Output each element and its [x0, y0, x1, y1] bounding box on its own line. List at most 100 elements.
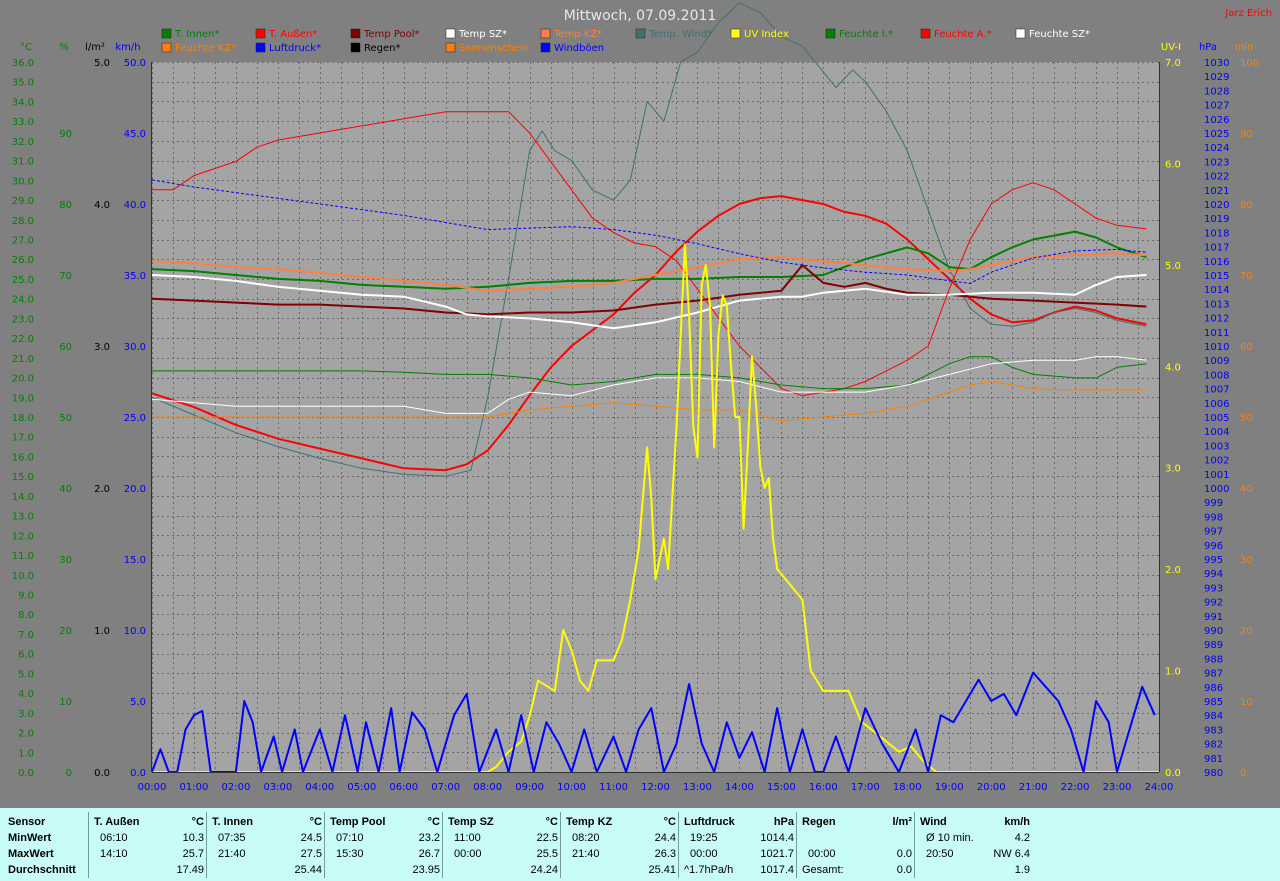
max-value: 26.3 [654, 848, 676, 860]
celsius-tick: 35.0 [12, 78, 34, 89]
pressure-tick: 980 [1204, 768, 1223, 779]
legend-label: UV Index [744, 29, 789, 40]
avg-value: 24.24 [530, 864, 558, 876]
celsius-tick: 22.0 [12, 334, 34, 345]
avg-value: 25.44 [294, 864, 322, 876]
uv-tick: 6.0 [1165, 159, 1181, 170]
pressure-tick: 1019 [1204, 214, 1229, 225]
pressure-tick: 1002 [1204, 456, 1229, 467]
wind-tick: 40.0 [124, 200, 146, 211]
uv-tick: 5.0 [1165, 261, 1181, 272]
avg-value: 23.95 [412, 864, 440, 876]
wind-tick: 10.0 [124, 626, 146, 637]
rain-tick: 5.0 [94, 58, 110, 69]
legend-label: Luftdruck* [269, 43, 321, 54]
column-header: Regen [802, 816, 836, 828]
sunshine-tick: 20 [1240, 626, 1253, 637]
legend-label: Feuchte KZ* [175, 43, 236, 54]
time-tick: 23:00 [1103, 782, 1132, 793]
avg-extra: ^1.7hPa/h [684, 864, 734, 876]
legend-swatch [635, 28, 646, 39]
pressure-tick: 983 [1204, 725, 1223, 736]
legend-swatch [825, 28, 836, 39]
column-divider [560, 812, 561, 878]
time-tick: 16:00 [809, 782, 838, 793]
time-tick: 19:00 [935, 782, 964, 793]
pressure-tick: 981 [1204, 754, 1223, 765]
pressure-tick: 1025 [1204, 129, 1229, 140]
celsius-tick: 12.0 [12, 531, 34, 542]
wind-tick: 35.0 [124, 271, 146, 282]
chart-title: Mittwoch, 07.09.2011 [564, 8, 717, 24]
legend-label: Sonnenschein [459, 43, 529, 54]
sunshine-tick: 90 [1240, 129, 1253, 140]
pressure-tick: 1017 [1204, 243, 1229, 254]
sunshine-tick: 30 [1240, 555, 1253, 566]
celsius-tick: 24.0 [12, 295, 34, 306]
rain-tick: 2.0 [94, 484, 110, 495]
author-label: Jarz Erich [1224, 8, 1272, 19]
celsius-tick: 14.0 [12, 492, 34, 503]
celsius-tick: 9.0 [18, 591, 34, 602]
pressure-tick: 1009 [1204, 356, 1229, 367]
time-tick: 05:00 [347, 782, 376, 793]
uv-tick: 1.0 [1165, 667, 1181, 678]
legend-label: T. Außen* [268, 29, 317, 40]
pressure-tick: 1026 [1204, 115, 1229, 126]
row-label: Sensor [8, 816, 46, 828]
column-divider [796, 812, 797, 878]
celsius-tick: 18.0 [12, 413, 34, 424]
pressure-tick: 1018 [1204, 228, 1229, 239]
column-divider [914, 812, 915, 878]
avg-value: 1017.4 [760, 864, 794, 876]
min-time: 11:00 [454, 832, 481, 844]
pressure-tick: 1001 [1204, 470, 1229, 481]
pressure-tick: 1007 [1204, 385, 1229, 396]
max-value: 27.5 [300, 848, 322, 860]
min-time: 19:25 [690, 832, 718, 844]
column-header: Temp KZ [566, 816, 613, 828]
min-value: 10.3 [182, 832, 204, 844]
celsius-tick: 2.0 [18, 729, 34, 740]
pressure-tick: 999 [1204, 498, 1223, 509]
sunshine-tick: 60 [1240, 342, 1253, 353]
max-value: 1021.7 [760, 848, 794, 860]
wind-tick: 15.0 [124, 555, 146, 566]
legend-swatch [350, 28, 361, 39]
legend-swatch [1015, 28, 1026, 39]
max-time: 21:40 [218, 848, 246, 860]
sunshine-tick: 100 [1240, 58, 1259, 69]
column-unit: °C [427, 816, 440, 828]
percent-tick: 90 [59, 129, 72, 140]
celsius-tick: 29.0 [12, 196, 34, 207]
legend-label: Windböen [554, 43, 604, 54]
time-tick: 24:00 [1145, 782, 1174, 793]
pressure-tick: 1024 [1204, 143, 1229, 154]
celsius-tick: 7.0 [18, 630, 34, 641]
time-tick: 21:00 [1019, 782, 1048, 793]
wind-tick: 50.0 [124, 58, 146, 69]
max-time: 00:00 [690, 848, 718, 860]
celsius-tick: 25.0 [12, 275, 34, 286]
column-divider [88, 812, 89, 878]
sunshine-tick: 10 [1240, 697, 1253, 708]
time-tick: 08:00 [473, 782, 502, 793]
legend: T. Innen* T. Außen* Temp Pool* Temp SZ* Temp… [161, 28, 1090, 54]
pressure-tick: 1011 [1204, 328, 1229, 339]
legend-label: Feuchte SZ* [1029, 29, 1090, 40]
avg-value: 0.0 [896, 864, 912, 876]
pressure-tick: 998 [1204, 512, 1223, 523]
time-tick: 02:00 [222, 782, 251, 793]
column-divider [206, 812, 207, 878]
wind-tick: 30.0 [124, 342, 146, 353]
celsius-tick: 20.0 [12, 374, 34, 385]
time-tick: 15:00 [767, 782, 796, 793]
min-value: 24.5 [300, 832, 322, 844]
uv-unit: UV-I [1161, 42, 1181, 53]
min-value: 24.4 [654, 832, 676, 844]
pressure-tick: 992 [1204, 598, 1223, 609]
legend-swatch [445, 28, 456, 39]
max-value: 25.7 [182, 848, 204, 860]
time-tick: 17:00 [851, 782, 880, 793]
pressure-tick: 989 [1204, 640, 1223, 651]
